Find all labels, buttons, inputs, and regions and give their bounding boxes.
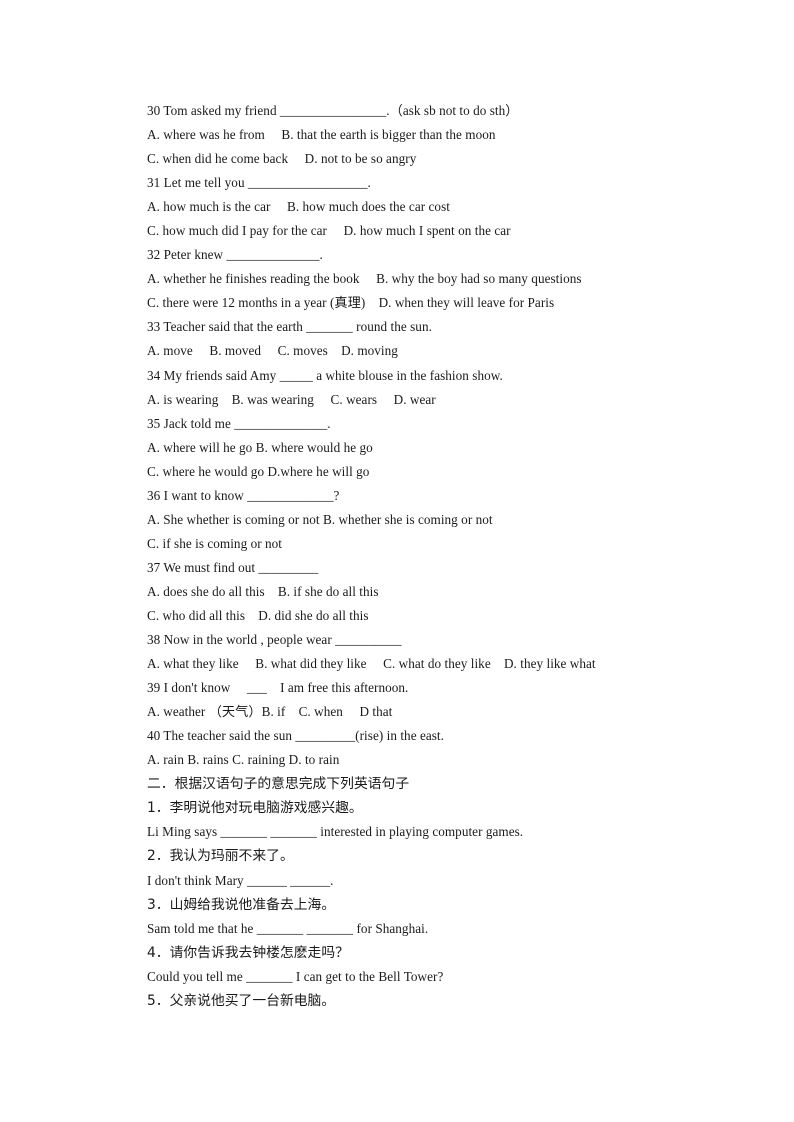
text-line-q33-opt: A. move B. moved C. moves D. moving (147, 343, 398, 359)
text-line-q31-opt-cd: C. how much did I pay for the car D. how… (147, 223, 511, 239)
text-line-q35-opt-cd: C. where he would go D.where he will go (147, 463, 370, 479)
text-line-t5-cn: 5．父亲说他买了一台新电脑。 (147, 992, 336, 1009)
text-line-t2-en: I don't think Mary ______ ______. (147, 872, 334, 888)
text-line-q35-opt-ab: A. where will he go B. where would he go (147, 439, 373, 455)
text-line-q36-opt-ab: A. She whether is coming or not B. wheth… (147, 511, 493, 527)
text-line-q39-opt: A. weather （天气）B. if C. when D that (147, 704, 393, 720)
text-line-q32-stem: 32 Peter knew ______________. (147, 247, 323, 263)
text-line-q36-opt-c: C. if she is coming or not (147, 535, 282, 551)
text-line-q30-opt-cd: C. when did he come back D. not to be so… (147, 151, 417, 167)
text-line-q40-opt: A. rain B. rains C. raining D. to rain (147, 752, 340, 768)
text-line-q31-opt-ab: A. how much is the car B. how much does … (147, 199, 450, 215)
text-line-t4-en: Could you tell me _______ I can get to t… (147, 968, 444, 984)
text-line-q38-stem: 38 Now in the world , people wear ______… (147, 632, 402, 648)
text-line-t4-cn: 4．请你告诉我去钟楼怎麽走吗？ (147, 944, 349, 961)
text-line-t3-en: Sam told me that he _______ _______ for … (147, 920, 429, 936)
document-page: 30 Tom asked my friend ________________.… (0, 0, 794, 1122)
text-line-t3-cn: 3．山姆给我说他准备去上海。 (147, 896, 336, 913)
text-line-section2-head: 二．根据汉语句子的意思完成下列英语句子 (147, 776, 410, 793)
text-line-q32-opt-ab: A. whether he finishes reading the book … (147, 271, 582, 287)
text-line-q35-stem: 35 Jack told me ______________. (147, 415, 331, 431)
text-line-t1-en: Li Ming says _______ _______ interested … (147, 824, 524, 840)
text-line-q37-opt-ab: A. does she do all this B. if she do all… (147, 583, 379, 599)
text-line-q40-stem: 40 The teacher said the sun _________(ri… (147, 728, 444, 744)
text-line-q34-opt: A. is wearing B. was wearing C. wears D.… (147, 391, 436, 407)
text-line-q36-stem: 36 I want to know _____________? (147, 487, 340, 503)
text-line-q39-stem: 39 I don't know ___ I am free this after… (147, 680, 409, 696)
text-line-t1-cn: 1．李明说他对玩电脑游戏感兴趣。 (147, 800, 363, 817)
text-line-q38-opt: A. what they like B. what did they like … (147, 656, 596, 672)
text-line-q37-opt-cd: C. who did all this D. did she do all th… (147, 607, 369, 623)
text-line-q32-opt-cd: C. there were 12 months in a year (真理) D… (147, 295, 555, 311)
text-line-q33-stem: 33 Teacher said that the earth _______ r… (147, 319, 432, 335)
text-line-q30-stem: 30 Tom asked my friend ________________.… (147, 103, 519, 118)
worksheet-body: 30 Tom asked my friend ________________.… (147, 99, 747, 1013)
text-line-t2-cn: 2．我认为玛丽不来了。 (147, 848, 294, 865)
text-line-q31-stem: 31 Let me tell you __________________. (147, 175, 371, 191)
text-line-q37-stem: 37 We must find out _________ (147, 559, 319, 575)
text-line-q30-opt-ab: A. where was he from B. that the earth i… (147, 127, 496, 143)
text-line-q34-stem: 34 My friends said Amy _____ a white blo… (147, 367, 503, 383)
